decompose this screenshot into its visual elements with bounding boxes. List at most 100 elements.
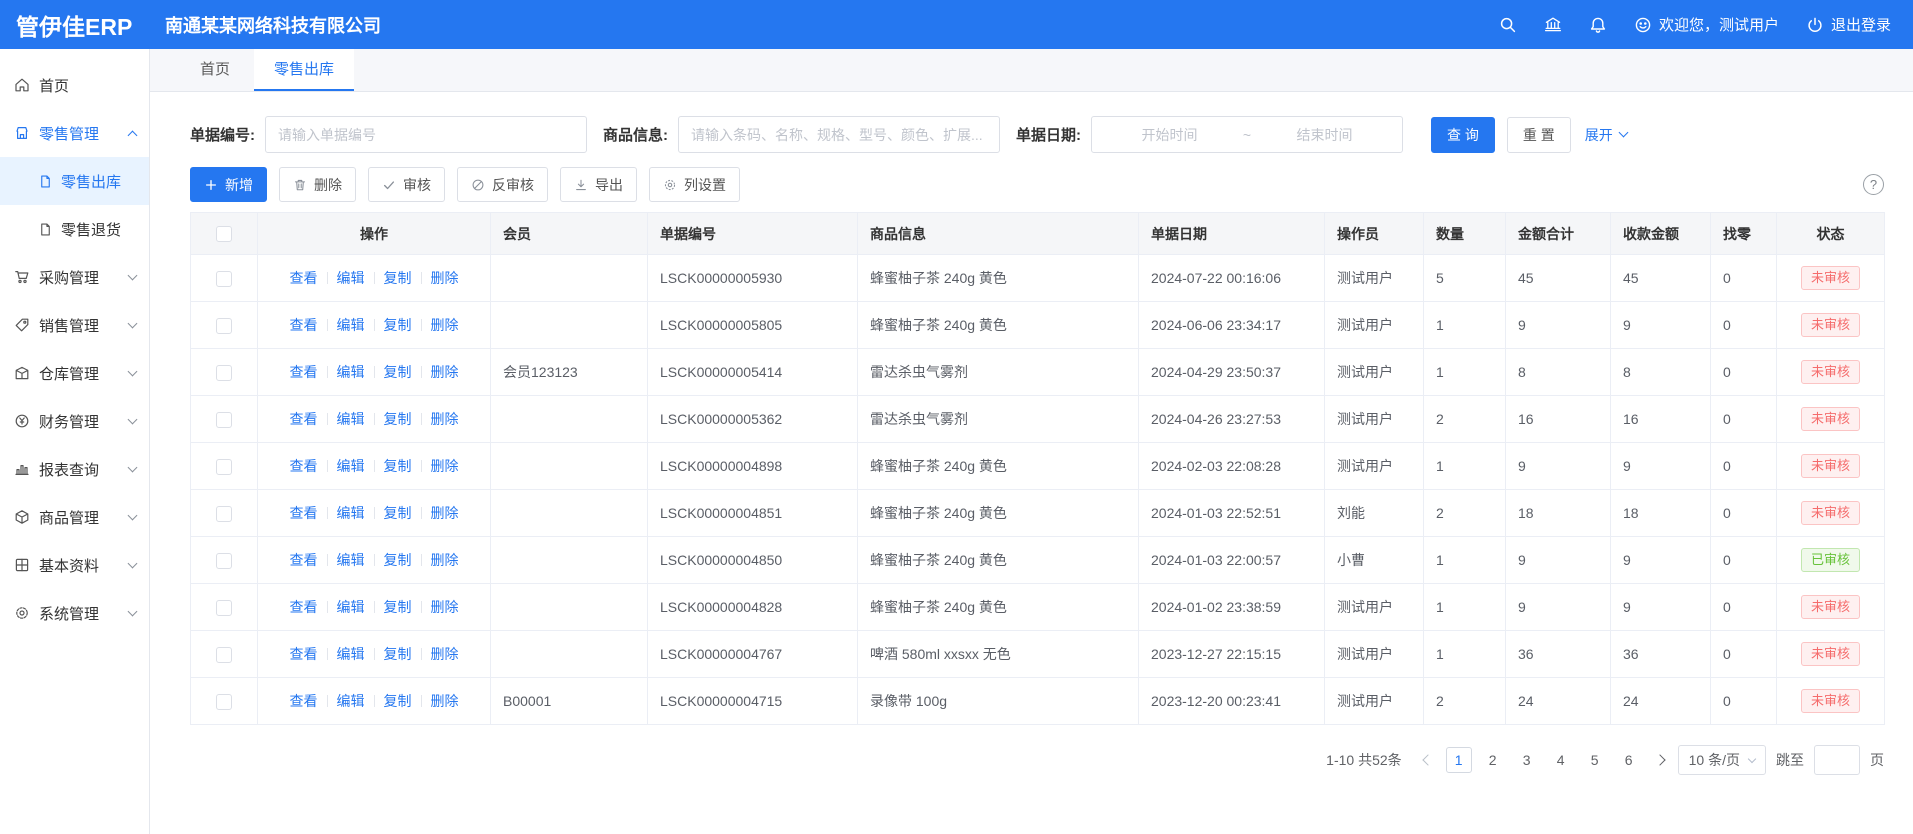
row-action-delete[interactable]: 删除 [431, 552, 459, 568]
row-action-copy[interactable]: 复制 [384, 693, 412, 709]
row-action-copy[interactable]: 复制 [384, 458, 412, 474]
next-page-button[interactable] [1652, 756, 1668, 764]
page-size-select[interactable]: 10 条/页 [1678, 745, 1766, 775]
row-action-copy[interactable]: 复制 [384, 364, 412, 380]
row-action-view[interactable]: 查看 [290, 552, 318, 568]
row-action-edit[interactable]: 编辑 [337, 693, 365, 709]
row-action-edit[interactable]: 编辑 [337, 411, 365, 427]
sidebar-item-sales[interactable]: 销售管理 [0, 301, 149, 349]
sidebar-item-goods[interactable]: 商品管理 [0, 493, 149, 541]
row-action-delete[interactable]: 删除 [431, 693, 459, 709]
cell-operator: 测试用户 [1325, 584, 1424, 631]
logout-button[interactable]: 退出登录 [1806, 14, 1891, 35]
product-info-input[interactable] [678, 116, 1000, 153]
row-action-delete[interactable]: 删除 [431, 646, 459, 662]
row-action-edit[interactable]: 编辑 [337, 646, 365, 662]
row-action-view[interactable]: 查看 [290, 458, 318, 474]
row-action-delete[interactable]: 删除 [431, 458, 459, 474]
row-action-view[interactable]: 查看 [290, 693, 318, 709]
sidebar-item-retail-return[interactable]: 零售退货 [0, 205, 149, 253]
page-button-5[interactable]: 5 [1582, 747, 1608, 773]
row-checkbox[interactable] [216, 271, 232, 287]
unaudit-button[interactable]: 反审核 [457, 167, 548, 202]
row-checkbox[interactable] [216, 647, 232, 663]
row-action-edit[interactable]: 编辑 [337, 364, 365, 380]
user-welcome[interactable]: 欢迎您，测试用户 [1634, 14, 1779, 35]
row-action-copy[interactable]: 复制 [384, 552, 412, 568]
sidebar-item-warehouse[interactable]: 仓库管理 [0, 349, 149, 397]
row-checkbox[interactable] [216, 318, 232, 334]
row-action-view[interactable]: 查看 [290, 646, 318, 662]
notification-bell-icon[interactable] [1589, 16, 1607, 34]
sidebar-item-purchase[interactable]: 采购管理 [0, 253, 149, 301]
search-button[interactable]: 查 询 [1431, 117, 1495, 153]
row-action-delete[interactable]: 删除 [431, 317, 459, 333]
row-action-edit[interactable]: 编辑 [337, 505, 365, 521]
row-action-delete[interactable]: 删除 [431, 505, 459, 521]
row-action-copy[interactable]: 复制 [384, 505, 412, 521]
tab-retail-outbound[interactable]: 零售出库 [254, 49, 354, 91]
cell-member [491, 302, 648, 349]
jump-page-input[interactable] [1814, 745, 1860, 775]
row-action-delete[interactable]: 删除 [431, 270, 459, 286]
page-button-3[interactable]: 3 [1514, 747, 1540, 773]
cell-operator: 测试用户 [1325, 349, 1424, 396]
row-checkbox[interactable] [216, 506, 232, 522]
cell-date: 2023-12-27 22:15:15 [1139, 631, 1325, 678]
search-icon[interactable] [1499, 16, 1517, 34]
page-button-4[interactable]: 4 [1548, 747, 1574, 773]
row-action-view[interactable]: 查看 [290, 364, 318, 380]
row-checkbox[interactable] [216, 365, 232, 381]
row-action-view[interactable]: 查看 [290, 505, 318, 521]
row-checkbox[interactable] [216, 694, 232, 710]
organization-icon[interactable] [1544, 16, 1562, 34]
row-action-delete[interactable]: 删除 [431, 599, 459, 615]
start-date-input[interactable] [1100, 127, 1239, 143]
audit-button[interactable]: 审核 [368, 167, 445, 202]
sidebar-item-basedata[interactable]: 基本资料 [0, 541, 149, 589]
sidebar-item-retail[interactable]: 零售管理 [0, 109, 149, 157]
expand-link[interactable]: 展开 [1585, 125, 1627, 145]
delete-button[interactable]: 删除 [279, 167, 356, 202]
tab-home[interactable]: 首页 [180, 49, 250, 91]
sidebar-item-retail-outbound[interactable]: 零售出库 [0, 157, 149, 205]
row-action-view[interactable]: 查看 [290, 599, 318, 615]
sidebar-item-home[interactable]: 首页 [0, 61, 149, 109]
row-action-edit[interactable]: 编辑 [337, 599, 365, 615]
row-action-edit[interactable]: 编辑 [337, 458, 365, 474]
add-button[interactable]: 新增 [190, 167, 267, 202]
row-action-edit[interactable]: 编辑 [337, 317, 365, 333]
row-action-copy[interactable]: 复制 [384, 646, 412, 662]
sidebar-item-system[interactable]: 系统管理 [0, 589, 149, 637]
page-button-6[interactable]: 6 [1616, 747, 1642, 773]
row-action-view[interactable]: 查看 [290, 317, 318, 333]
row-action-copy[interactable]: 复制 [384, 411, 412, 427]
page-button-1[interactable]: 1 [1446, 747, 1472, 773]
row-action-edit[interactable]: 编辑 [337, 552, 365, 568]
sidebar-item-finance[interactable]: 财务管理 [0, 397, 149, 445]
row-action-delete[interactable]: 删除 [431, 411, 459, 427]
select-all-checkbox[interactable] [216, 226, 232, 242]
row-action-delete[interactable]: 删除 [431, 364, 459, 380]
row-checkbox[interactable] [216, 459, 232, 475]
row-action-copy[interactable]: 复制 [384, 270, 412, 286]
row-checkbox[interactable] [216, 412, 232, 428]
row-action-copy[interactable]: 复制 [384, 317, 412, 333]
date-range-picker[interactable]: ~ [1091, 116, 1403, 153]
sidebar-item-report[interactable]: 报表查询 [0, 445, 149, 493]
row-action-copy[interactable]: 复制 [384, 599, 412, 615]
export-button[interactable]: 导出 [560, 167, 637, 202]
row-checkbox[interactable] [216, 600, 232, 616]
bill-no-input[interactable] [265, 116, 587, 153]
page-button-2[interactable]: 2 [1480, 747, 1506, 773]
row-action-edit[interactable]: 编辑 [337, 270, 365, 286]
reset-button[interactable]: 重 置 [1507, 117, 1571, 153]
help-icon[interactable]: ? [1863, 174, 1884, 195]
prev-page-button[interactable] [1420, 756, 1436, 764]
end-date-input[interactable] [1255, 127, 1394, 143]
column-settings-button[interactable]: 列设置 [649, 167, 740, 202]
row-action-view[interactable]: 查看 [290, 270, 318, 286]
row-checkbox[interactable] [216, 553, 232, 569]
table-row: 查看编辑复制删除LSCK00000005362雷达杀虫气雾剂2024-04-26… [191, 396, 1885, 443]
row-action-view[interactable]: 查看 [290, 411, 318, 427]
